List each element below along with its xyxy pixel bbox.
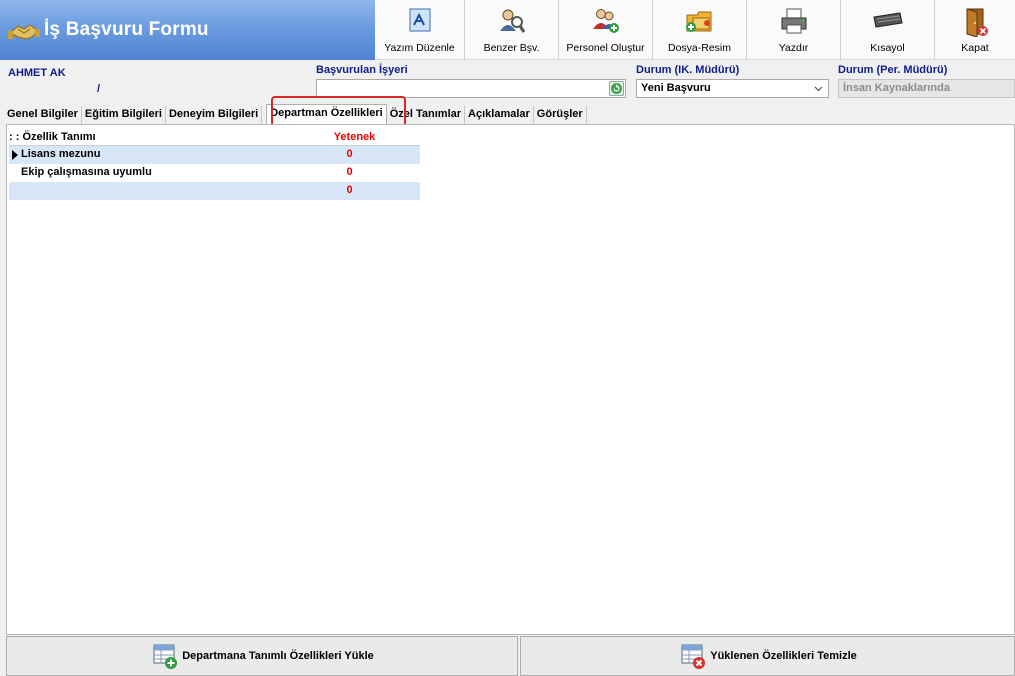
- keyboard-icon: [872, 12, 903, 28]
- refresh-icon: [611, 83, 622, 94]
- applicant-info: AHMET AK / Başvurulan İşyeri Durum (IK. …: [0, 60, 1015, 102]
- close-label: Kapat: [961, 42, 989, 54]
- shortcut-button[interactable]: Kısayol: [841, 0, 935, 60]
- search-people-icon: [499, 9, 525, 33]
- tab-general[interactable]: Genel Bilgiler: [4, 106, 82, 124]
- similar-applications-label: Benzer Bşv.: [483, 42, 540, 54]
- features-grid: : : Özellik Tanımı Yetenek Lisans mezunu…: [9, 129, 420, 200]
- table-row[interactable]: Lisans mezunu 0: [9, 146, 420, 164]
- similar-applications-button[interactable]: Benzer Bşv.: [465, 0, 559, 60]
- close-button[interactable]: Kapat: [935, 0, 1015, 60]
- title-bar: İş Başvuru Formu: [0, 0, 375, 60]
- active-tab-highlight: [271, 96, 406, 127]
- edit-document-icon: [409, 8, 430, 32]
- status-pm-label: Durum (Per. Müdürü): [838, 64, 948, 76]
- feature-name-cell[interactable]: Lisans mezunu: [9, 146, 309, 164]
- handshake-icon: [8, 24, 40, 40]
- status-pm-value: İnsan Kaynaklarında: [843, 82, 950, 94]
- status-hr-select[interactable]: Yeni Başvuru: [636, 79, 829, 98]
- add-user-icon: [592, 9, 619, 33]
- column-feature-name[interactable]: : : Özellik Tanımı: [9, 129, 319, 145]
- skill-value-cell[interactable]: 0: [309, 164, 420, 182]
- tab-descriptions[interactable]: Açıklamalar: [465, 106, 534, 124]
- status-hr-label: Durum (IK. Müdürü): [636, 64, 740, 76]
- edit-layout-label: Yazım Düzenle: [384, 42, 455, 54]
- skill-value-cell[interactable]: 0: [309, 146, 420, 164]
- clear-features-label: Yüklenen Özellikleri Temizle: [710, 650, 857, 662]
- chevron-down-icon: [814, 86, 823, 92]
- load-features-button[interactable]: Departmana Tanımlı Özellikleri Yükle: [6, 636, 518, 676]
- file-image-label: Dosya-Resim: [667, 42, 731, 54]
- folder-image-icon: [685, 11, 711, 32]
- workplace-lookup-button[interactable]: [609, 81, 624, 96]
- column-skill[interactable]: Yetenek: [319, 129, 420, 145]
- printer-icon: [781, 8, 806, 34]
- create-personnel-button[interactable]: Personel Oluştur: [559, 0, 653, 60]
- status-pm-field: İnsan Kaynaklarında: [838, 79, 1015, 98]
- clear-features-button[interactable]: Yüklenen Özellikleri Temizle: [520, 636, 1015, 676]
- row-indicator-icon: [12, 150, 18, 160]
- exit-door-icon: [966, 8, 988, 37]
- table-add-icon: [153, 644, 178, 669]
- page-title: İş Başvuru Formu: [44, 19, 209, 40]
- toolbar: Yazım Düzenle Benzer Bşv. Personel Oluşt…: [375, 0, 1015, 60]
- feature-name-cell[interactable]: Ekip çalışmasına uyumlu: [9, 164, 309, 182]
- application-window: İş Başvuru Formu Yazım Düzenle Benzer Bş…: [0, 0, 1015, 676]
- create-personnel-label: Personel Oluştur: [566, 42, 645, 54]
- table-row[interactable]: 0: [9, 182, 420, 200]
- load-features-label: Departmana Tanımlı Özellikleri Yükle: [182, 650, 374, 662]
- table-row[interactable]: Ekip çalışmasına uyumlu 0: [9, 164, 420, 182]
- workplace-label: Başvurulan İşyeri: [316, 64, 408, 76]
- file-image-button[interactable]: Dosya-Resim: [653, 0, 747, 60]
- table-delete-icon: [681, 644, 706, 669]
- edit-layout-button[interactable]: Yazım Düzenle: [375, 0, 465, 60]
- tab-opinions[interactable]: Görüşler: [533, 106, 587, 124]
- skill-value-cell[interactable]: 0: [309, 182, 420, 200]
- shortcut-label: Kısayol: [870, 42, 905, 54]
- applicant-name: AHMET AK: [8, 67, 66, 79]
- tab-content-panel: : : Özellik Tanımı Yetenek Lisans mezunu…: [6, 124, 1015, 635]
- feature-name-cell[interactable]: [9, 182, 309, 200]
- print-label: Yazdır: [778, 42, 809, 54]
- applicant-subtitle: /: [97, 83, 101, 95]
- tab-education[interactable]: Eğitim Bilgileri: [81, 106, 166, 124]
- tab-experience[interactable]: Deneyim Bilgileri: [165, 106, 263, 124]
- grid-header: : : Özellik Tanımı Yetenek: [9, 129, 420, 146]
- print-button[interactable]: Yazdır: [747, 0, 841, 60]
- status-hr-value: Yeni Başvuru: [641, 82, 711, 94]
